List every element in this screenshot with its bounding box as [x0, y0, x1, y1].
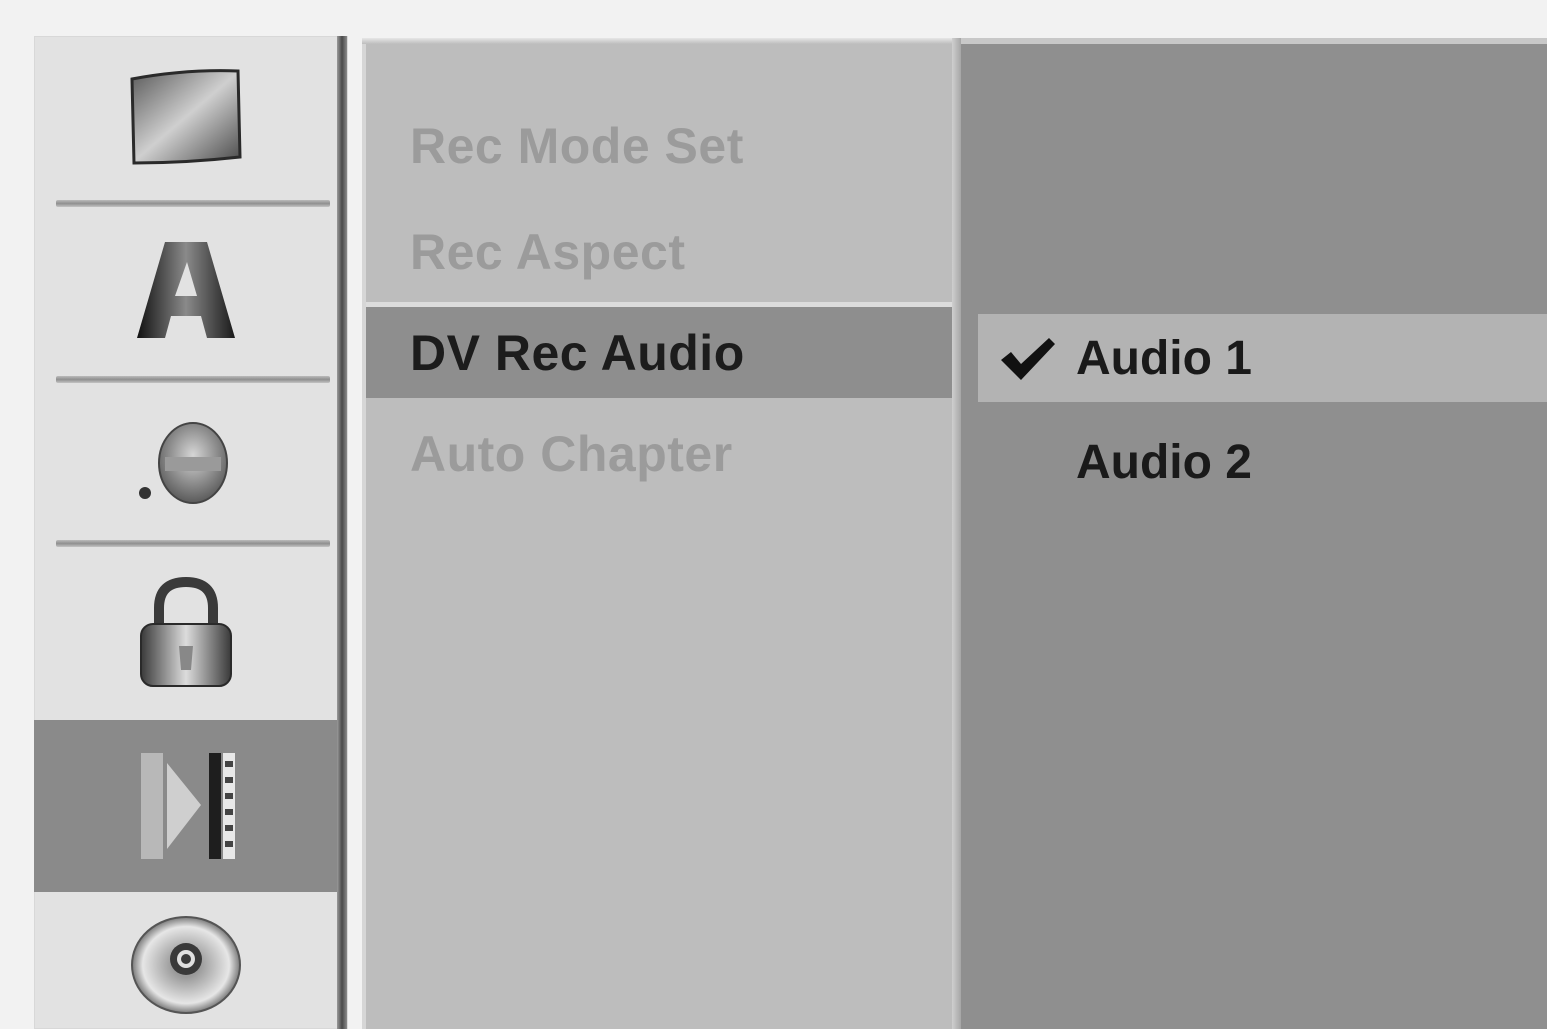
- menu-item-auto-chapter[interactable]: Auto Chapter: [366, 408, 952, 500]
- option-audio-2[interactable]: Audio 2: [978, 418, 1547, 506]
- menu-item-label: Rec Mode Set: [410, 118, 744, 174]
- options-panel-top-edge: [961, 38, 1547, 44]
- category-separator: [56, 200, 330, 207]
- category-general[interactable]: [34, 36, 337, 202]
- category-rail: [34, 36, 348, 1029]
- menu-divider: [952, 38, 961, 1029]
- category-separator: [56, 540, 330, 547]
- option-audio-1[interactable]: Audio 1: [978, 314, 1547, 402]
- menu-item-rec-aspect[interactable]: Rec Aspect: [366, 206, 952, 298]
- category-recording[interactable]: [34, 720, 337, 892]
- menu-item-label: Rec Aspect: [410, 224, 686, 280]
- category-language[interactable]: [34, 208, 337, 372]
- letter-a-icon: [136, 242, 235, 338]
- menu-item-label: Auto Chapter: [410, 426, 733, 482]
- option-label: Audio 2: [1076, 435, 1252, 489]
- rail-divider: [337, 36, 347, 1029]
- category-disc[interactable]: [34, 894, 337, 1029]
- option-label: Audio 1: [1076, 331, 1252, 385]
- speaker-icon: [138, 422, 228, 504]
- menu-top-edge: [362, 38, 959, 44]
- menu-item-rec-mode-set[interactable]: Rec Mode Set: [366, 100, 952, 192]
- menu-item-dv-rec-audio[interactable]: DV Rec Audio: [366, 302, 952, 398]
- tv-icon: [129, 69, 242, 165]
- category-lock[interactable]: [34, 548, 337, 718]
- padlock-icon: [139, 576, 232, 687]
- record-icon: [140, 753, 235, 859]
- category-audio[interactable]: [34, 384, 337, 542]
- menu-item-label: DV Rec Audio: [410, 324, 745, 381]
- checkmark-icon: [978, 334, 1076, 382]
- category-separator: [56, 376, 330, 383]
- options-panel: [961, 40, 1547, 1029]
- disc-icon: [130, 915, 241, 1014]
